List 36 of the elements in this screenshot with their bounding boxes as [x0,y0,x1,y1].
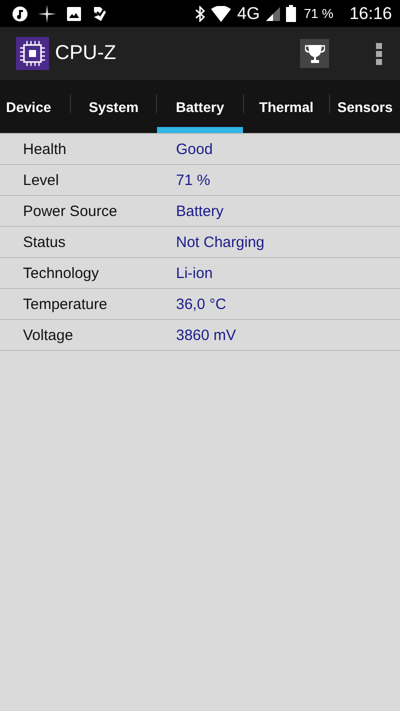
property-value: Li-ion [176,264,213,282]
signal-icon [266,6,280,20]
property-value: Battery [176,202,224,220]
app-title: CPU-Z [55,42,118,65]
tab[interactable]: System [71,80,156,133]
property-label: Temperature [22,296,108,312]
tab[interactable]: Sensors [330,80,400,133]
property-value: 36,0 °C [176,296,226,312]
tab[interactable]: Thermal [244,80,329,133]
battery-icon [286,5,296,22]
battery-percentage: 71 % [304,6,334,21]
property-label: Status [22,234,67,250]
property-value: 3860 mV [176,326,236,344]
more-icon [376,42,382,64]
property-label: Technology [22,264,100,282]
tab[interactable]: Device [0,80,70,133]
more-options-button[interactable] [374,42,384,64]
tab[interactable]: Battery [157,80,243,133]
sparkle-icon [38,4,56,22]
clock: 16:16 [349,4,392,24]
property-value: Good [176,140,213,158]
property-value: Not Charging [176,234,264,250]
chip-icon [16,37,49,70]
trophy-button[interactable] [300,39,329,68]
property-value: 71 % [176,172,210,188]
image-icon [66,6,82,22]
property-label: Level [22,172,60,188]
network-type: 4G [237,4,260,24]
property-label: Voltage [22,326,74,344]
check-icon [92,6,108,22]
property-label: Health [22,140,68,158]
wifi-icon [211,6,232,22]
bluetooth-icon [195,6,206,22]
trophy-icon [304,44,324,64]
music-note-icon [12,6,28,22]
property-label: Power Source [22,202,118,220]
